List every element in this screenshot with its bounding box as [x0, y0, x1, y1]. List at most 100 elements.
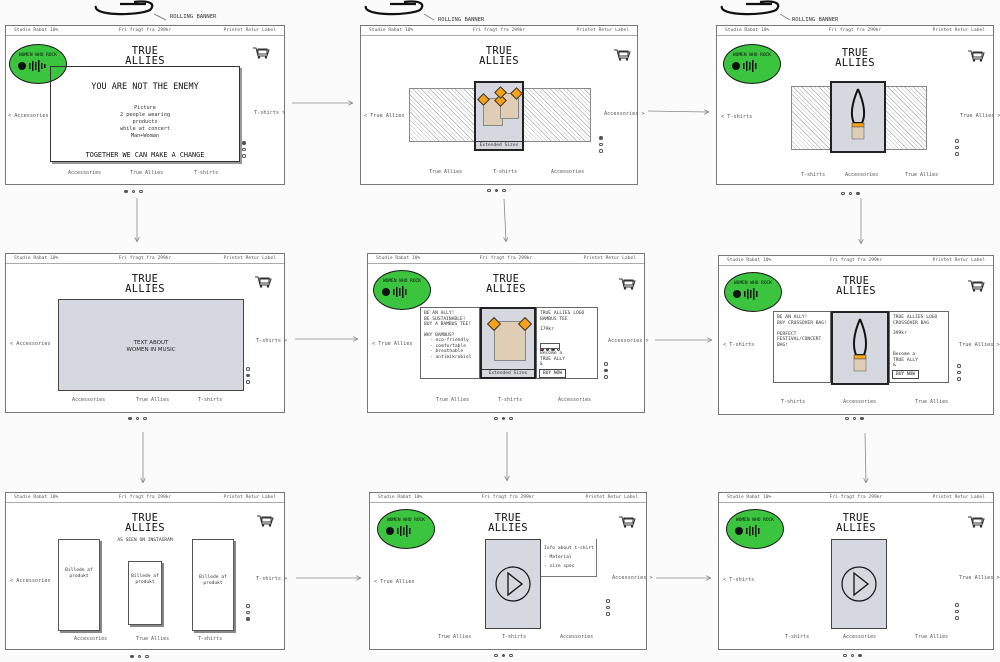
footer-true-allies[interactable]: True Allies: [915, 634, 948, 640]
cart-icon[interactable]: [252, 45, 270, 59]
side-dots[interactable]: [955, 139, 959, 159]
footer-accessories[interactable]: Accessories: [72, 397, 105, 403]
carousel-dots[interactable]: [845, 405, 868, 424]
bag-info-right: TRUE ALLIES LOGO CROSSOVER BAG 399kr Beco…: [889, 311, 949, 383]
side-dots[interactable]: [606, 599, 610, 619]
cart-icon[interactable]: [967, 278, 985, 292]
product-card-next[interactable]: [521, 88, 591, 142]
banner-return: Printet Retur Label: [932, 494, 985, 500]
side-dots[interactable]: [246, 604, 250, 624]
nav-prev-true-allies[interactable]: < True Allies: [374, 579, 415, 585]
footer-true-allies[interactable]: True Allies: [438, 634, 471, 640]
footer-true-allies[interactable]: True Allies: [130, 170, 163, 176]
tee-video-player[interactable]: [485, 539, 541, 629]
size-selector[interactable]: [540, 343, 560, 349]
footer-tshirts[interactable]: T-shirts: [785, 634, 809, 640]
nav-next-true-allies[interactable]: True Allies >: [960, 113, 1000, 119]
product-card-bag[interactable]: [830, 81, 886, 153]
side-dots[interactable]: [957, 364, 961, 384]
cart-icon[interactable]: [618, 514, 636, 528]
nav-prev-tshirts[interactable]: < T-shirts: [723, 577, 754, 583]
cart-icon[interactable]: [618, 276, 636, 290]
nav-prev-accessories[interactable]: < Accessories: [8, 113, 49, 119]
product-card-prev[interactable]: [409, 88, 479, 142]
footer-accessories[interactable]: Accessories: [74, 636, 107, 642]
nav-prev-accessories[interactable]: < Accessories: [10, 578, 51, 584]
rolling-banner-label: ROLLING BANNER: [170, 14, 217, 20]
banner-return: Printet Retur Label: [223, 255, 276, 261]
instagram-card-2[interactable]: Billede af produkt: [128, 561, 162, 625]
nav-next-tshirts[interactable]: T-shirts >: [256, 576, 287, 582]
product-card-tee[interactable]: Extended Sizes: [480, 307, 536, 379]
instagram-card-1[interactable]: Billede af produkt: [58, 539, 100, 631]
nav-next-true-allies[interactable]: True Allies >: [959, 575, 1000, 581]
nav-next-tshirts[interactable]: T-shirts >: [256, 338, 287, 344]
cart-icon[interactable]: [254, 274, 272, 288]
footer-true-allies[interactable]: True Allies: [136, 636, 169, 642]
footer-accessories[interactable]: Accessories: [560, 634, 593, 640]
footer-accessories[interactable]: Accessories: [843, 634, 876, 640]
footer-accessories[interactable]: Accessories: [68, 170, 101, 176]
promo-banner: Studie Rabat 10% Fri fragt fra 299kr Pri…: [6, 26, 284, 36]
crossover-bag-illustration: [852, 318, 868, 372]
cart-icon[interactable]: [967, 48, 985, 62]
carousel-dots[interactable]: [487, 177, 510, 196]
wireframe-bag-video: Studie Rabat 10% Fri fragt fra 299kr Pri…: [718, 492, 1000, 657]
footer-accessories[interactable]: Accessories: [551, 169, 584, 175]
footer-tshirts[interactable]: T-shirts: [781, 399, 805, 405]
footer-true-allies[interactable]: True Allies: [436, 397, 469, 403]
buy-now-button[interactable]: BUY NOW: [539, 369, 566, 378]
carousel-dots[interactable]: [843, 642, 866, 661]
nav-next-tshirts[interactable]: T-shirts >: [254, 110, 285, 116]
extended-sizes-label[interactable]: Extended Sizes: [476, 141, 522, 149]
carousel-dots[interactable]: [841, 180, 864, 199]
footer-accessories[interactable]: Accessories: [845, 172, 878, 178]
footer-true-allies[interactable]: True Allies: [136, 397, 169, 403]
side-dots[interactable]: [242, 141, 246, 161]
nav-prev-tshirts[interactable]: < T-shirts: [721, 114, 752, 120]
nav-prev-tshirts[interactable]: < T-shirts: [723, 342, 754, 348]
footer-tshirts[interactable]: T-shirts: [493, 169, 517, 175]
nav-prev-accessories[interactable]: < Accessories: [10, 341, 51, 347]
nav-next-true-allies[interactable]: True Allies >: [959, 342, 1000, 348]
footer-true-allies[interactable]: True Allies: [915, 399, 948, 405]
side-dots[interactable]: [599, 136, 603, 156]
wireframe-about-music: Studie Rabat 10% Fri fragt fra 299kr Pri…: [5, 253, 287, 420]
instagram-card-3[interactable]: Billede af produkt: [192, 539, 234, 631]
nav-next-accessories[interactable]: Accessories >: [612, 575, 653, 581]
wireframe-true-allies-slider: Studie Rabat 10% Fri fragt fra 299kr Pri…: [360, 25, 645, 192]
nav-prev-true-allies[interactable]: < True Allies: [364, 113, 405, 119]
footer-tshirts[interactable]: T-shirts: [198, 636, 222, 642]
footer-accessories[interactable]: Accessories: [558, 397, 591, 403]
tee-price: 179kr: [540, 327, 554, 332]
footer-tshirts[interactable]: T-shirts: [498, 397, 522, 403]
nav-next-accessories[interactable]: Accessories >: [604, 111, 645, 117]
footer-tshirts[interactable]: T-shirts: [194, 170, 218, 176]
carousel-dots[interactable]: [128, 405, 151, 424]
extended-sizes-label[interactable]: Extended Sizes: [482, 369, 534, 377]
product-card-tee[interactable]: Extended Sizes: [474, 81, 524, 151]
bag-price: 399kr: [893, 331, 907, 336]
cart-icon[interactable]: [967, 514, 985, 528]
cart-icon[interactable]: [256, 513, 274, 527]
footer-tshirts[interactable]: T-shirts: [198, 397, 222, 403]
footer-tshirts[interactable]: T-shirts: [801, 172, 825, 178]
side-dots[interactable]: [955, 603, 959, 623]
nav-next-accessories[interactable]: Accessories >: [608, 338, 649, 344]
side-dots[interactable]: [246, 367, 250, 387]
carousel-dots[interactable]: [494, 642, 517, 661]
carousel-dots[interactable]: [130, 643, 153, 662]
nav-prev-true-allies[interactable]: < True Allies: [372, 341, 413, 347]
promo-banner: Studie Rabat 10% Fri fragt fra 299kr Pri…: [6, 254, 284, 264]
carousel-dots[interactable]: [494, 405, 517, 424]
product-card-bag[interactable]: [831, 311, 889, 385]
side-dots[interactable]: [604, 362, 608, 382]
buy-now-button[interactable]: BUY NOW: [892, 370, 919, 379]
rolling-banner-label: ROLLING BANNER: [792, 17, 839, 23]
footer-true-allies[interactable]: True Allies: [429, 169, 462, 175]
bag-video-player[interactable]: [831, 539, 887, 629]
cart-icon[interactable]: [613, 47, 631, 61]
carousel-dots[interactable]: [124, 178, 147, 197]
footer-true-allies[interactable]: True Allies: [905, 172, 938, 178]
footer-tshirts[interactable]: T-shirts: [502, 634, 526, 640]
